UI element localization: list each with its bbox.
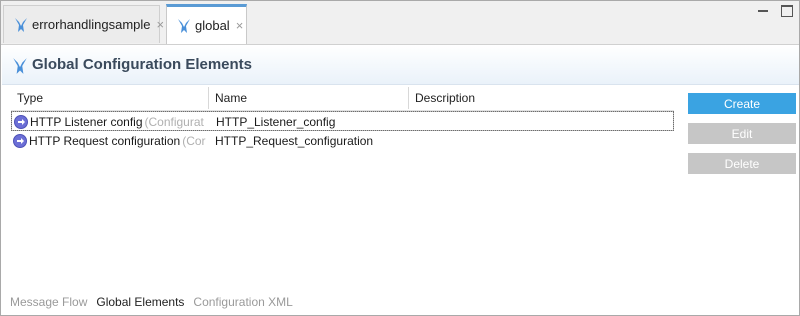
type-cell: HTTP Listener config (Configurat [14, 112, 210, 132]
close-icon[interactable]: × [236, 18, 244, 33]
tab-label: errorhandlingsample [32, 17, 151, 32]
type-hint: (Configurat [144, 115, 204, 129]
maximize-icon[interactable] [781, 5, 793, 17]
description-cell [415, 131, 674, 151]
table-row[interactable]: HTTP Request configuration (Cor HTTP_Req… [11, 131, 674, 151]
type-hint: (Cor [182, 134, 206, 148]
connector-icon [14, 115, 28, 129]
editor-bottom-tabs: Message Flow Global Elements Configurati… [10, 295, 293, 309]
name-cell: HTTP_Request_configuration [215, 134, 374, 148]
mule-icon [14, 17, 28, 33]
edit-button[interactable]: Edit [688, 123, 796, 144]
editor-frame: errorhandlingsample × global × Global Co… [0, 0, 800, 316]
close-icon[interactable]: × [157, 17, 165, 32]
table-header: Type Name Description [11, 87, 674, 111]
delete-button[interactable]: Delete [688, 153, 796, 174]
editor-tab-strip: errorhandlingsample × global × [1, 1, 799, 45]
section-header: Global Configuration Elements [2, 45, 799, 85]
window-controls [757, 5, 793, 17]
column-header-type[interactable]: Type [11, 87, 209, 109]
tab-message-flow[interactable]: Message Flow [10, 295, 87, 309]
name-cell: HTTP_Listener_config [216, 115, 336, 129]
tab-label: global [195, 18, 230, 33]
type-label: HTTP Request configuration [29, 134, 181, 148]
tab-global[interactable]: global × [166, 4, 247, 44]
mule-icon [12, 57, 27, 74]
tab-configuration-xml[interactable]: Configuration XML [193, 295, 292, 309]
column-header-name[interactable]: Name [209, 87, 409, 109]
type-label: HTTP Listener config [30, 115, 143, 129]
global-elements-table: Type Name Description HTTP Listener conf… [11, 87, 674, 287]
tab-global-elements[interactable]: Global Elements [96, 295, 184, 309]
description-cell [416, 112, 675, 132]
page-title: Global Configuration Elements [32, 56, 253, 73]
table-row[interactable]: HTTP Listener config (Configurat HTTP_Li… [11, 111, 674, 131]
column-header-description[interactable]: Description [409, 87, 674, 109]
minimize-icon[interactable] [757, 5, 769, 17]
type-cell: HTTP Request configuration (Cor [13, 131, 209, 151]
create-button[interactable]: Create [688, 93, 796, 114]
mule-icon [177, 18, 191, 34]
connector-icon [13, 134, 27, 148]
tab-errorhandlingsample[interactable]: errorhandlingsample × [3, 5, 164, 43]
